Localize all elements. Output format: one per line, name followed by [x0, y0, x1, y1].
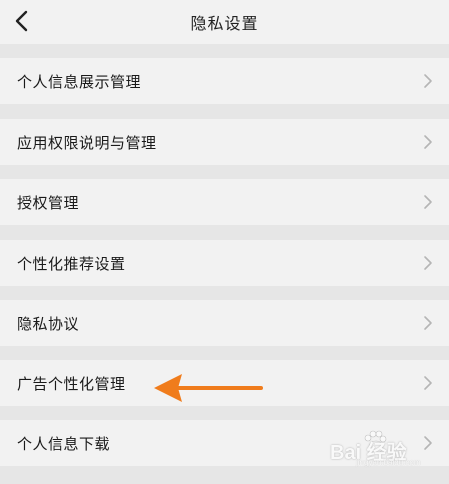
page-title: 隐私设置 [190, 14, 259, 33]
menu-item-personal-info-display[interactable]: 个人信息展示管理 [0, 58, 449, 104]
baidu-watermark: Bai 经验 jingyan.baidu.com [330, 428, 445, 467]
menu-item-personalized-recommendation[interactable]: 个性化推荐设置 [0, 240, 449, 286]
chevron-right-icon [424, 256, 432, 270]
chevron-right-icon [424, 376, 432, 390]
nav-header: 隐私设置 [0, 0, 449, 44]
chevron-right-icon [424, 135, 432, 149]
menu-item-label: 个人信息下载 [17, 435, 111, 453]
menu-item-label: 广告个性化管理 [17, 375, 126, 393]
menu-item-label: 个人信息展示管理 [17, 73, 142, 91]
left-arrow-icon [154, 374, 263, 402]
chevron-right-icon [424, 195, 432, 209]
watermark-subtext: jingyan.baidu.com [356, 458, 421, 467]
menu-item-authorization[interactable]: 授权管理 [0, 179, 449, 225]
menu-item-label: 应用权限说明与管理 [17, 134, 157, 152]
chevron-right-icon [424, 74, 432, 88]
menu-item-app-permissions[interactable]: 应用权限说明与管理 [0, 119, 449, 165]
menu-item-label: 隐私协议 [17, 315, 80, 333]
menu-item-privacy-agreement[interactable]: 隐私协议 [0, 300, 449, 346]
chevron-right-icon [424, 316, 432, 330]
menu-item-label: 个性化推荐设置 [17, 255, 126, 273]
menu-item-label: 授权管理 [17, 194, 80, 212]
